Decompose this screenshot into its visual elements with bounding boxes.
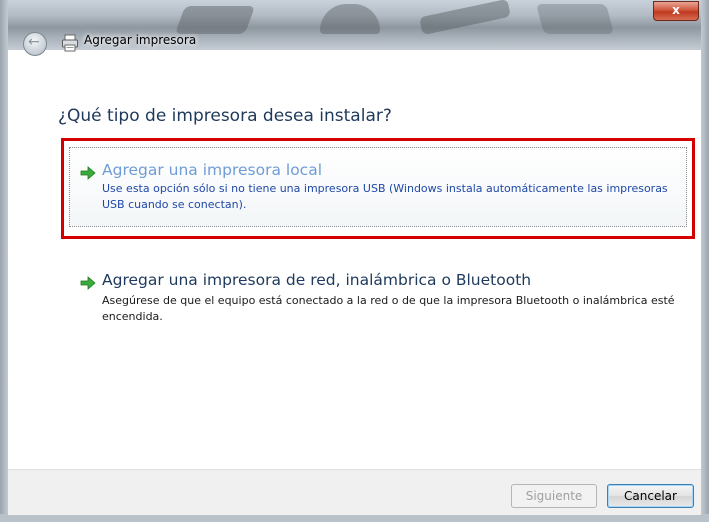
page-title: ¿Qué tipo de impresora desea instalar?: [58, 106, 392, 126]
printer-icon: [62, 34, 78, 52]
next-button[interactable]: Siguiente: [511, 484, 597, 508]
close-icon: x: [672, 3, 680, 17]
highlight-frame: [61, 138, 695, 239]
background-blur-shape: [174, 6, 256, 34]
window-border-left: [0, 0, 8, 522]
window-border-bottom: [0, 514, 709, 522]
background-blur-shape: [535, 4, 615, 34]
window-border-right: [701, 0, 709, 522]
option-network-printer-title[interactable]: Agregar una impresora de red, inalámbric…: [102, 271, 531, 289]
close-button[interactable]: x: [653, 1, 699, 21]
option-network-printer-description: Asegúrese de que el equipo está conectad…: [102, 294, 675, 323]
cancel-button[interactable]: Cancelar: [607, 484, 694, 508]
background-blur-shape: [320, 4, 380, 34]
back-button[interactable]: [23, 32, 47, 56]
wizard-footer: [8, 469, 701, 515]
window-title: Agregar impresora: [84, 33, 197, 47]
green-arrow-icon: [80, 276, 96, 290]
background-blur-shape: [419, 0, 511, 36]
